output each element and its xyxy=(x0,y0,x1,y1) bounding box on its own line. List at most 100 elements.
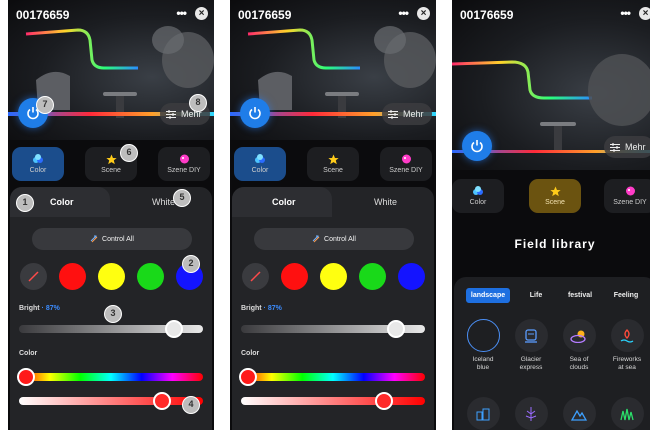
mode-selector: Color Scene Szene DIY xyxy=(230,147,436,183)
annotation-badge-7: 7 xyxy=(36,96,54,114)
scene-tile-iceland-blue[interactable]: Iceland blue xyxy=(460,319,506,372)
mode-color-label: Color xyxy=(469,199,487,206)
mode-szene-diy[interactable]: Szene DIY xyxy=(158,147,210,181)
mehr-button[interactable]: Mehr xyxy=(382,103,432,125)
swatch-yellow[interactable] xyxy=(98,263,125,290)
sliders-icon xyxy=(388,109,398,119)
more-options-icon[interactable]: ••• xyxy=(176,6,187,20)
swatch-red[interactable] xyxy=(59,263,86,290)
mode-selector: Color Scene Szene DIY xyxy=(8,147,214,183)
mode-scene[interactable]: Scene xyxy=(529,179,581,213)
annotation-badge-8: 8 xyxy=(189,94,207,112)
color-control-panel: Color White Control All Bright · 87% Col… xyxy=(232,187,434,430)
train-icon xyxy=(514,319,548,352)
field-library-title: Field library xyxy=(514,237,596,251)
mode-scene[interactable]: Scene xyxy=(307,147,359,181)
hue-slider[interactable] xyxy=(17,368,203,386)
annotation-badge-1: 1 xyxy=(16,194,34,212)
brightness-slider[interactable] xyxy=(19,320,203,338)
swatch-green[interactable] xyxy=(137,263,164,290)
scene-tile-6[interactable] xyxy=(508,397,554,430)
color-section-label: Color xyxy=(19,350,38,357)
phone-screen-scene: 00176659 ••• × Mehr Color Scene Szene DI… xyxy=(452,0,650,430)
tab-white[interactable]: White xyxy=(152,197,175,207)
annotation-badge-5: 5 xyxy=(173,189,191,207)
saturation-slider-handle[interactable] xyxy=(375,392,393,410)
category-feeling[interactable]: Feeling xyxy=(606,288,646,303)
close-button[interactable]: × xyxy=(417,7,430,20)
palette-icon xyxy=(625,186,636,196)
mountain-icon xyxy=(562,397,596,430)
palette-icon xyxy=(401,154,412,164)
saturation-slider[interactable] xyxy=(19,392,203,410)
mode-szene-diy[interactable]: Szene DIY xyxy=(380,147,432,181)
category-life[interactable]: Life xyxy=(520,288,552,303)
hue-slider[interactable] xyxy=(239,368,425,386)
hue-slider-handle[interactable] xyxy=(17,368,35,386)
saturation-slider-handle[interactable] xyxy=(153,392,171,410)
scene-tile-5[interactable] xyxy=(460,397,506,430)
swatch-off[interactable] xyxy=(20,263,47,290)
swatch-green[interactable] xyxy=(359,263,386,290)
mode-szene-diy[interactable]: Szene DIY xyxy=(604,179,650,213)
scene-tile-fireworks-at-sea[interactable]: Fireworks at sea xyxy=(604,319,650,372)
scene-tile-8[interactable] xyxy=(604,397,650,430)
color-section-label: Color xyxy=(241,350,260,357)
brightness-slider-handle[interactable] xyxy=(165,320,183,338)
mode-color[interactable]: Color xyxy=(12,147,64,181)
close-button[interactable]: × xyxy=(639,7,650,20)
device-id-title: 00176659 xyxy=(238,8,292,22)
bright-percentage: 87% xyxy=(267,305,282,312)
category-festival[interactable]: festival xyxy=(560,288,600,303)
close-button[interactable]: × xyxy=(195,7,208,20)
control-all-label: Control All xyxy=(324,235,356,243)
star-icon xyxy=(105,153,117,164)
grass-icon xyxy=(610,397,644,430)
star-icon xyxy=(549,185,561,196)
swatch-off[interactable] xyxy=(242,263,269,290)
annotation-badge-4: 4 xyxy=(182,396,200,414)
control-all-button[interactable]: Control All xyxy=(254,228,414,250)
more-options-icon[interactable]: ••• xyxy=(398,6,409,20)
power-button[interactable] xyxy=(462,131,492,161)
category-landscape[interactable]: landscape xyxy=(466,288,510,303)
mode-color[interactable]: Color xyxy=(234,147,286,181)
scene-label-line2: express xyxy=(519,364,543,371)
annotation-badge-2: 2 xyxy=(182,255,200,273)
brightness-slider-handle[interactable] xyxy=(387,320,405,338)
fireworks-icon xyxy=(610,319,644,352)
power-button[interactable] xyxy=(240,98,270,128)
more-options-icon[interactable]: ••• xyxy=(620,6,631,20)
saturation-slider[interactable] xyxy=(241,392,425,410)
mode-color-label: Color xyxy=(29,167,47,174)
scene-tile-glacier-express[interactable]: Glacier express xyxy=(508,319,554,372)
device-id-title: 00176659 xyxy=(16,8,70,22)
hue-slider-handle[interactable] xyxy=(239,368,257,386)
control-all-label: Control All xyxy=(102,235,134,243)
cloud-sun-icon xyxy=(562,319,596,352)
mehr-label: Mehr xyxy=(403,109,424,119)
mehr-button[interactable]: Mehr xyxy=(604,136,650,158)
power-icon xyxy=(249,107,261,120)
swatch-blue[interactable] xyxy=(398,263,425,290)
swap-arrows-icon xyxy=(90,235,98,243)
tab-color[interactable]: Color xyxy=(272,197,296,207)
control-all-button[interactable]: Control All xyxy=(32,228,192,250)
scene-label-line2: clouds xyxy=(569,364,589,371)
tab-white[interactable]: White xyxy=(374,197,397,207)
mode-scene-label: Scene xyxy=(545,199,565,206)
swap-arrows-icon xyxy=(312,235,320,243)
mode-szene-diy-label: Szene DIY xyxy=(613,199,647,206)
mode-color[interactable]: Color xyxy=(452,179,504,213)
slash-icon xyxy=(28,271,39,282)
scene-tile-sea-of-clouds[interactable]: Sea of clouds xyxy=(556,319,602,372)
phone-screen-color-annotated: 00176659 ••• × Mehr Color Scene Szene DI… xyxy=(8,0,214,430)
brightness-slider[interactable] xyxy=(241,320,425,338)
sliders-icon xyxy=(610,142,620,152)
slash-icon xyxy=(250,271,261,282)
swatch-yellow[interactable] xyxy=(320,263,347,290)
scene-tile-7[interactable] xyxy=(556,397,602,430)
tab-color[interactable]: Color xyxy=(50,197,74,207)
swatch-red[interactable] xyxy=(281,263,308,290)
bright-percentage: 87% xyxy=(45,305,60,312)
